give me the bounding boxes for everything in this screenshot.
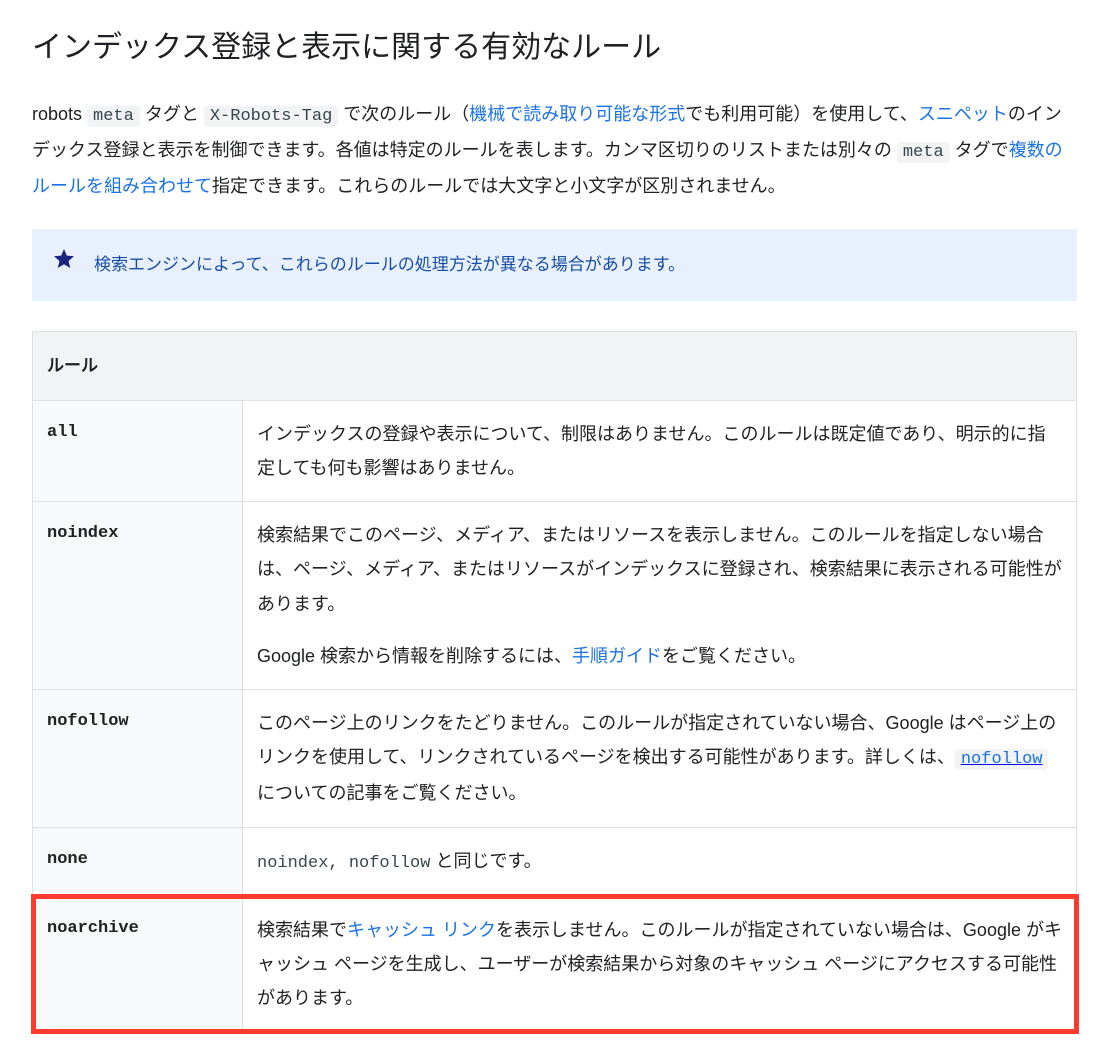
rule-name-nofollow: nofollow [33, 690, 243, 828]
text: と同じです。 [430, 851, 541, 871]
rules-table: ルール all インデックスの登録や表示について、制限はありません。このルールは… [32, 331, 1077, 1033]
text: 指定できます。これらのルールでは大文字と小文字が区別されません。 [212, 176, 786, 196]
link-machine-readable[interactable]: 機械で読み取り可能な形式 [469, 104, 685, 124]
text: robots [32, 104, 87, 124]
note-box: 検索エンジンによって、これらのルールの処理方法が異なる場合があります。 [32, 229, 1077, 300]
link-snippet[interactable]: スニペット [918, 104, 1008, 124]
rule-desc-noarchive: 検索結果でキャッシュ リンクを表示しません。このルールが指定されていない場合は、… [243, 896, 1077, 1032]
rule-name-noarchive: noarchive [33, 896, 243, 1032]
table-row: none noindex, nofollow と同じです。 [33, 827, 1077, 896]
link-nofollow-article[interactable]: nofollow [955, 747, 1049, 767]
rule-name-all: all [33, 400, 243, 501]
code-x-robots-tag: X-Robots-Tag [204, 106, 338, 127]
text: タグと [140, 104, 204, 124]
code-meta: meta [87, 106, 140, 127]
star-icon [52, 247, 76, 282]
rule-desc-all: インデックスの登録や表示について、制限はありません。このルールは既定値であり、明… [243, 400, 1077, 501]
table-row-highlighted: noarchive 検索結果でキャッシュ リンクを表示しません。このルールが指定… [33, 896, 1077, 1032]
text: についての記事をご覧ください。 [257, 783, 526, 803]
page-heading: インデックス登録と表示に関する有効なルール [32, 28, 1077, 69]
text: 検索結果でこのページ、メディア、またはリソースを表示しません。このルールを指定し… [257, 518, 1062, 621]
text: タグで [950, 140, 1009, 160]
link-cache-link[interactable]: キャッシュ リンク [347, 920, 496, 940]
table-row: noindex 検索結果でこのページ、メディア、またはリソースを表示しません。こ… [33, 502, 1077, 690]
text: Google 検索から情報を削除するには、 [257, 646, 572, 666]
intro-paragraph: robots meta タグと X-Robots-Tag で次のルール（機械で読… [32, 97, 1077, 204]
code-nofollow: nofollow [955, 749, 1049, 770]
rule-desc-noindex: 検索結果でこのページ、メディア、またはリソースを表示しません。このルールを指定し… [243, 502, 1077, 690]
code-none-equiv: noindex, nofollow [257, 854, 430, 873]
text: インデックスの登録や表示について、制限はありません。このルールは既定値であり、明… [257, 417, 1062, 485]
text: このページ上のリンクをたどりません。このルールが指定されていない場合、Googl… [257, 713, 1056, 767]
note-text: 検索エンジンによって、これらのルールの処理方法が異なる場合があります。 [94, 249, 685, 281]
table-row: all インデックスの登録や表示について、制限はありません。このルールは既定値で… [33, 400, 1077, 501]
text: で次のルール（ [338, 104, 469, 124]
rule-desc-none: noindex, nofollow と同じです。 [243, 827, 1077, 896]
rule-name-noindex: noindex [33, 502, 243, 690]
rule-desc-nofollow: このページ上のリンクをたどりません。このルールが指定されていない場合、Googl… [243, 690, 1077, 828]
text: でも利用可能）を使用して、 [685, 104, 918, 124]
text: をご覧ください。 [662, 646, 806, 666]
link-removal-guide[interactable]: 手順ガイド [572, 646, 662, 666]
text: Google 検索から情報を削除するには、手順ガイドをご覧ください。 [257, 639, 1062, 673]
table-header-rule: ルール [33, 331, 1077, 400]
text: 検索結果で [257, 920, 347, 940]
rule-name-none: none [33, 827, 243, 896]
code-meta-2: meta [897, 142, 950, 163]
table-row: nofollow このページ上のリンクをたどりません。このルールが指定されていな… [33, 690, 1077, 828]
